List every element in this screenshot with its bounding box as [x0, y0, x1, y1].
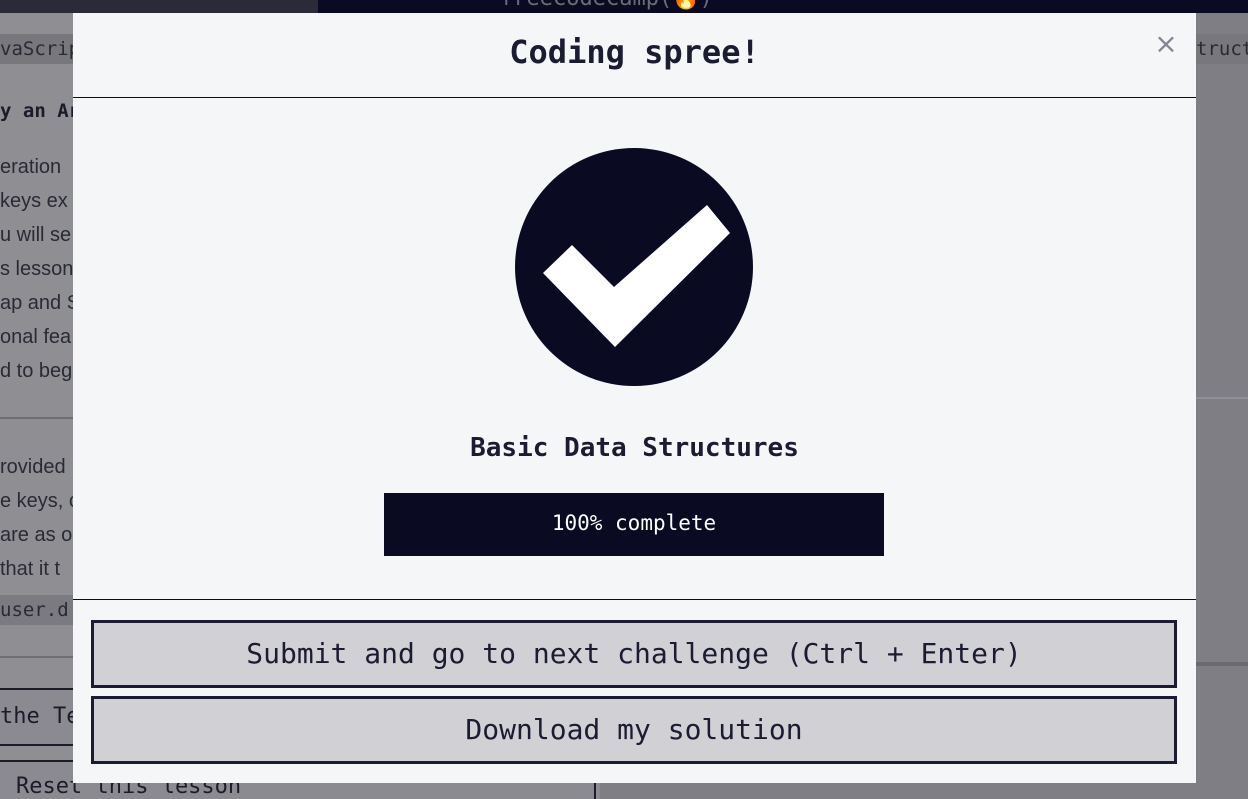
modal-footer: Submit and go to next challenge (Ctrl + …	[73, 599, 1196, 783]
completion-modal: Coding spree! × Basic Data Structures 10…	[73, 13, 1196, 783]
modal-header: Coding spree! ×	[73, 13, 1196, 98]
breadcrumb-left: vaScrip	[0, 34, 73, 64]
lesson-line: ap and S	[0, 292, 73, 314]
lesson-heading: y an Ar	[0, 100, 73, 122]
editor-divider	[1196, 662, 1248, 666]
lesson-line: d to beg	[0, 360, 73, 382]
checkmark-circle-icon	[515, 148, 753, 386]
lesson-divider	[0, 417, 73, 419]
lesson-line: eration	[0, 156, 62, 178]
section-name: Basic Data Structures	[470, 433, 799, 463]
lesson-line: s lesson	[0, 258, 73, 280]
lesson-text-top: eration keys ex u will se s lesson ap an…	[0, 150, 73, 388]
top-nav-left-segment	[0, 0, 318, 13]
run-tests-button: the Te	[0, 688, 75, 746]
modal-title: Coding spree!	[509, 33, 760, 71]
lesson-line: u will se	[0, 224, 72, 246]
breadcrumb-right: truct	[1196, 34, 1248, 64]
lesson-divider	[0, 656, 73, 658]
submit-next-challenge-button[interactable]: Submit and go to next challenge (Ctrl + …	[91, 620, 1177, 688]
lesson-line: keys ex	[0, 190, 68, 212]
inline-code: user.d	[0, 595, 73, 625]
lesson-line: onal fea	[0, 326, 72, 348]
progress-label: 100% complete	[551, 511, 717, 535]
lesson-text-bottom: rovided e keys, c are as o that it t	[0, 450, 73, 586]
progress-bar: 100% complete	[384, 493, 884, 556]
download-solution-button[interactable]: Download my solution	[91, 696, 1177, 764]
lesson-line: e keys, c	[0, 490, 73, 512]
editor-divider	[1196, 397, 1248, 399]
lesson-line: are as o	[0, 524, 73, 546]
lesson-line: that it t	[0, 558, 61, 580]
brand-logo-text: freeCodeCamp(🔥)	[500, 0, 713, 11]
close-icon[interactable]: ×	[1153, 29, 1179, 59]
lesson-line: rovided	[0, 456, 66, 478]
